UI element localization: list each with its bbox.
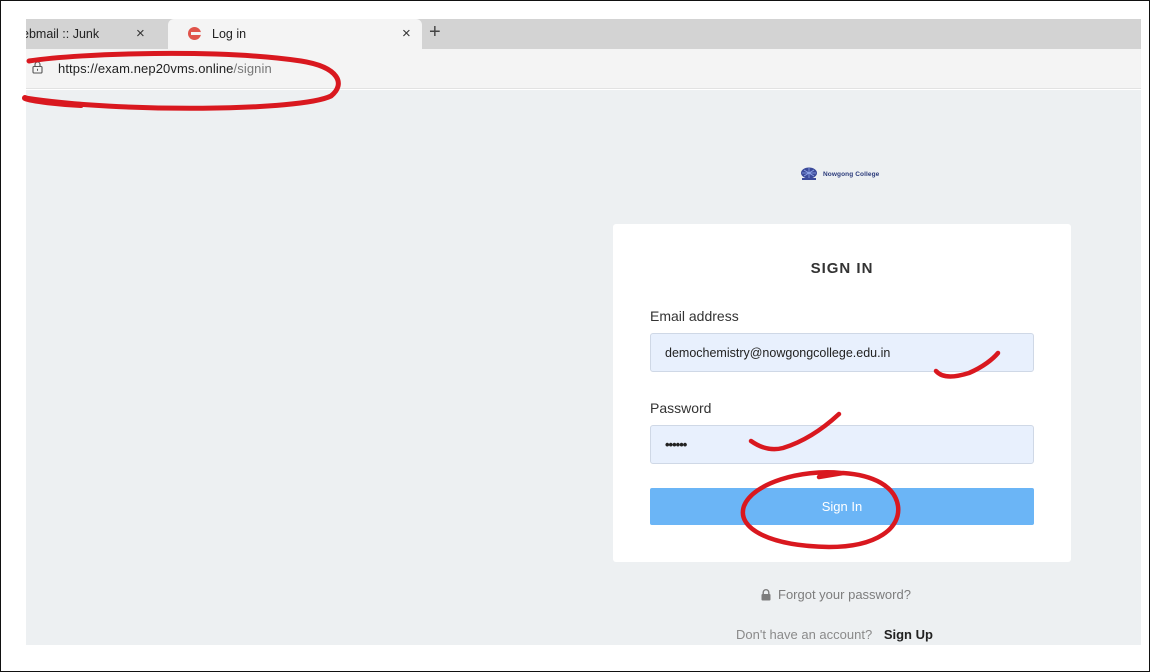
password-field[interactable]: •••••• bbox=[650, 425, 1034, 464]
screenshot-frame: ebmail :: Junk × Log in × + https://exam… bbox=[0, 0, 1150, 672]
signup-link[interactable]: Sign Up bbox=[884, 627, 933, 642]
address-bar[interactable]: https://exam.nep20vms.online/signin bbox=[26, 49, 1141, 89]
page-title: SIGN IN bbox=[810, 260, 874, 277]
page-content: Nowgong College SIGN IN Email address de… bbox=[26, 90, 1141, 645]
url-host: https://exam.nep20vms.online bbox=[58, 61, 234, 76]
college-logo: Nowgong College bbox=[799, 166, 879, 182]
password-label: Password bbox=[650, 400, 712, 416]
favicon-icon bbox=[188, 27, 201, 40]
tab-login[interactable]: Log in × bbox=[168, 19, 422, 49]
email-label: Email address bbox=[650, 308, 739, 324]
tab-login-label: Log in bbox=[212, 27, 247, 41]
tab-webmail[interactable]: ebmail :: Junk × bbox=[26, 19, 164, 49]
forgot-password-label: Forgot your password? bbox=[778, 587, 911, 602]
close-icon[interactable]: × bbox=[402, 26, 411, 41]
signin-button[interactable]: Sign In bbox=[650, 488, 1034, 525]
email-field[interactable]: demochemistry@nowgongcollege.edu.in bbox=[650, 333, 1034, 372]
url-text[interactable]: https://exam.nep20vms.online/signin bbox=[58, 61, 272, 76]
signup-row: Don't have an account? Sign Up bbox=[736, 627, 933, 642]
tab-webmail-label: ebmail :: Junk bbox=[26, 27, 100, 41]
signin-card: SIGN IN Email address demochemistry@nowg… bbox=[613, 224, 1071, 562]
plus-icon[interactable]: + bbox=[429, 21, 441, 44]
forgot-lock-icon bbox=[761, 588, 771, 600]
forgot-password-link[interactable]: Forgot your password? bbox=[760, 587, 911, 602]
close-icon[interactable]: × bbox=[136, 26, 145, 41]
logo-text: Nowgong College bbox=[823, 170, 880, 178]
url-path: /signin bbox=[233, 61, 272, 76]
lock-icon[interactable] bbox=[32, 61, 43, 74]
tab-strip: ebmail :: Junk × Log in × + bbox=[26, 19, 1141, 49]
logo-icon bbox=[801, 167, 817, 180]
no-account-text: Don't have an account? bbox=[736, 627, 873, 642]
